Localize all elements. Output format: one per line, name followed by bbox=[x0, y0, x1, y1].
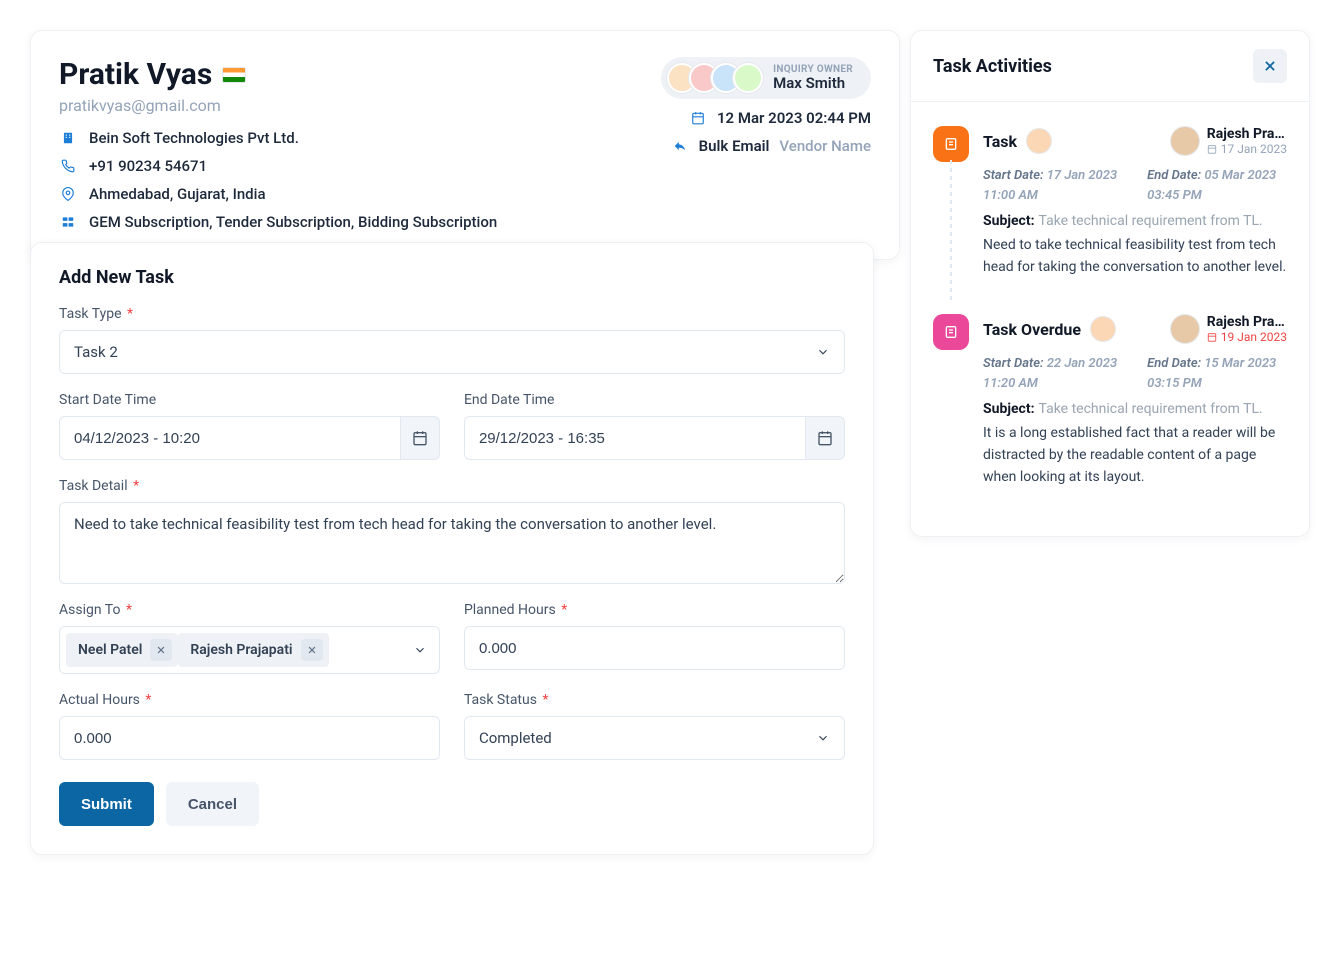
building-icon bbox=[59, 131, 77, 145]
task-status-value: Completed bbox=[479, 729, 552, 747]
activity-type: Task bbox=[983, 132, 1017, 151]
task-type-label: Task Type * bbox=[59, 306, 845, 322]
start-date-input[interactable] bbox=[59, 416, 401, 460]
activity-avatar bbox=[1091, 317, 1115, 341]
start-date-label: Start Date Time bbox=[59, 392, 440, 408]
phone-value: +91 90234 54671 bbox=[89, 157, 207, 175]
phone-icon bbox=[59, 159, 77, 173]
subscription-icon bbox=[59, 215, 77, 229]
assign-to-label: Assign To * bbox=[59, 602, 440, 618]
subscriptions-value: GEM Subscription, Tender Subscription, B… bbox=[89, 213, 497, 231]
cancel-button[interactable]: Cancel bbox=[166, 782, 259, 826]
remove-assignee-button[interactable] bbox=[150, 639, 172, 661]
bulk-email-label: Bulk Email bbox=[699, 137, 770, 155]
activity-description: It is a long established fact that a rea… bbox=[983, 423, 1287, 488]
owner-name: Max Smith bbox=[773, 75, 853, 92]
contact-name-text: Pratik Vyas bbox=[59, 57, 212, 92]
datetime-value: 12 Mar 2023 02:44 PM bbox=[717, 109, 871, 127]
profile-card: Pratik Vyas pratikvyas@gmail.com Bein So… bbox=[30, 30, 900, 260]
reply-icon bbox=[671, 139, 689, 153]
avatar bbox=[733, 63, 763, 93]
close-activities-button[interactable] bbox=[1253, 49, 1287, 83]
activities-title: Task Activities bbox=[933, 56, 1052, 77]
assignee-tag: Neel Patel bbox=[66, 633, 178, 667]
task-type-value: Task 2 bbox=[74, 343, 118, 361]
activity-description: Need to take technical feasibility test … bbox=[983, 235, 1287, 278]
datetime-row: 12 Mar 2023 02:44 PM bbox=[689, 109, 871, 127]
end-date-picker-button[interactable] bbox=[806, 416, 845, 460]
task-status-label: Task Status * bbox=[464, 692, 845, 708]
task-type-select[interactable]: Task 2 bbox=[59, 330, 845, 374]
activity-start-date: Start Date: 17 Jan 202311:00 AM bbox=[983, 166, 1117, 205]
activity-owner-avatar bbox=[1171, 315, 1199, 343]
activity-subject: Subject:Take technical requirement from … bbox=[983, 213, 1287, 229]
contact-email: pratikvyas@gmail.com bbox=[59, 96, 497, 115]
location-row: Ahmedabad, Gujarat, India bbox=[59, 185, 497, 203]
activity-owner-name: Rajesh Pra… bbox=[1207, 314, 1287, 330]
chevron-down-icon bbox=[413, 643, 427, 657]
activity-start-date: Start Date: 22 Jan 202311:20 AM bbox=[983, 354, 1117, 393]
company-value: Bein Soft Technologies Pvt Ltd. bbox=[89, 129, 299, 147]
india-flag-icon bbox=[222, 67, 246, 83]
actual-hours-input[interactable] bbox=[59, 716, 440, 760]
task-status-select[interactable]: Completed bbox=[464, 716, 845, 760]
company-row: Bein Soft Technologies Pvt Ltd. bbox=[59, 129, 497, 147]
actual-hours-label: Actual Hours * bbox=[59, 692, 440, 708]
task-activities-panel: Task Activities Task Rajesh Pra… bbox=[910, 30, 1310, 537]
end-date-input[interactable] bbox=[464, 416, 806, 460]
bulk-email-row: Bulk Email Vendor Name bbox=[671, 137, 871, 155]
activity-type: Task Overdue bbox=[983, 320, 1081, 339]
activity-badge-icon bbox=[933, 126, 969, 162]
assignee-name: Neel Patel bbox=[78, 642, 142, 658]
activity-end-date: End Date: 15 Mar 202303:15 PM bbox=[1147, 354, 1276, 393]
add-task-form: Add New Task Task Type * Task 2 Start Da… bbox=[30, 242, 874, 855]
activity-owner-avatar bbox=[1171, 127, 1199, 155]
activity-owner-name: Rajesh Pra… bbox=[1207, 126, 1287, 142]
assignee-tag: Rajesh Prajapati bbox=[178, 633, 328, 667]
submit-button[interactable]: Submit bbox=[59, 782, 154, 826]
remove-assignee-button[interactable] bbox=[301, 639, 323, 661]
planned-hours-label: Planned Hours * bbox=[464, 602, 845, 618]
activity-badge-icon bbox=[933, 314, 969, 350]
chevron-down-icon bbox=[816, 731, 830, 745]
assign-to-multiselect[interactable]: Neel Patel Rajesh Prajapati bbox=[59, 626, 440, 674]
team-avatars bbox=[667, 63, 763, 93]
activity-subject: Subject:Take technical requirement from … bbox=[983, 401, 1287, 417]
subscriptions-row: GEM Subscription, Tender Subscription, B… bbox=[59, 213, 497, 231]
assignee-name: Rajesh Prajapati bbox=[190, 642, 292, 658]
task-detail-textarea[interactable] bbox=[59, 502, 845, 584]
form-title: Add New Task bbox=[59, 267, 845, 288]
activity-avatar bbox=[1027, 129, 1051, 153]
phone-row: +91 90234 54671 bbox=[59, 157, 497, 175]
calendar-icon bbox=[689, 111, 707, 125]
location-icon bbox=[59, 187, 77, 201]
vendor-name-label: Vendor Name bbox=[779, 137, 871, 155]
timeline-line bbox=[950, 160, 952, 302]
activity-end-date: End Date: 05 Mar 202303:45 PM bbox=[1147, 166, 1276, 205]
contact-name: Pratik Vyas bbox=[59, 57, 497, 92]
activity-owner-date: 17 Jan 2023 bbox=[1207, 142, 1287, 156]
planned-hours-input[interactable] bbox=[464, 626, 845, 670]
start-date-picker-button[interactable] bbox=[401, 416, 440, 460]
inquiry-owner-block: INQUIRY OWNER Max Smith 12 Mar 2023 02:4… bbox=[661, 57, 871, 155]
end-date-label: End Date Time bbox=[464, 392, 845, 408]
inquiry-owner-chip[interactable]: INQUIRY OWNER Max Smith bbox=[661, 57, 871, 99]
activity-item: Task Overdue Rajesh Pra… 19 Jan 2023 Sta bbox=[933, 296, 1287, 506]
activity-owner-date: 19 Jan 2023 bbox=[1207, 330, 1287, 344]
chevron-down-icon bbox=[816, 345, 830, 359]
location-value: Ahmedabad, Gujarat, India bbox=[89, 185, 266, 203]
activity-item: Task Rajesh Pra… 17 Jan 2023 Start Date: bbox=[933, 108, 1287, 296]
task-detail-label: Task Detail * bbox=[59, 478, 845, 494]
